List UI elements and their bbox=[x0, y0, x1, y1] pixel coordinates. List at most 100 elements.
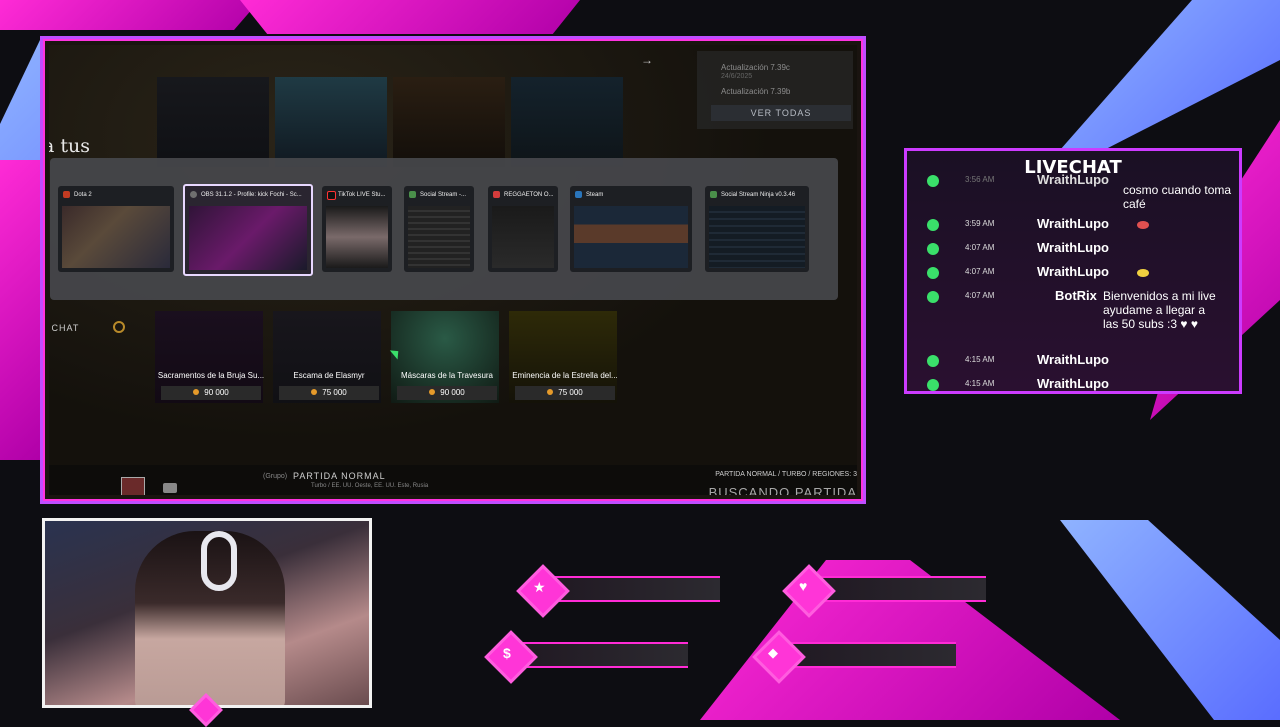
window-thumb-social-stream[interactable]: Social Stream -... bbox=[404, 186, 474, 272]
diamond-glyph-icon: ◆ bbox=[768, 645, 778, 660]
window-thumb-social-stream-ninja[interactable]: Social Stream Ninja v0.3.46 bbox=[705, 186, 809, 272]
search-status[interactable]: BUSCANDO PARTIDA bbox=[709, 485, 857, 495]
match-type: PARTIDA NORMAL bbox=[293, 471, 386, 481]
portrait-thumb[interactable] bbox=[121, 477, 145, 495]
window-title: Steam bbox=[586, 192, 604, 198]
forward-arrow-icon[interactable]: → bbox=[641, 53, 653, 67]
chat-time: 4:07 AM bbox=[965, 267, 995, 276]
hero-card[interactable] bbox=[157, 77, 269, 167]
dota-icon bbox=[63, 191, 70, 198]
item-price: 75 000 bbox=[322, 388, 347, 397]
chat-time: 4:15 AM bbox=[965, 355, 995, 364]
window-preview bbox=[574, 206, 688, 268]
window-thumb-reggaeton[interactable]: REGGAETON O... bbox=[488, 186, 558, 272]
mode-summary: PARTIDA NORMAL / TURBO / REGIONES: 3 bbox=[715, 471, 857, 478]
side-chat-label[interactable]: E CHAT bbox=[49, 323, 79, 333]
heart-glyph-icon: ♥ bbox=[799, 578, 808, 594]
friends-icon[interactable] bbox=[163, 483, 177, 493]
dollar-glyph-icon: $ bbox=[503, 645, 511, 661]
obs-icon bbox=[190, 191, 197, 198]
match-details: Turbo / EE. UU. Oeste, EE. UU. Este, Rus… bbox=[311, 483, 429, 489]
chat-emote-icon bbox=[1137, 269, 1149, 277]
window-thumb-steam[interactable]: Steam bbox=[570, 186, 692, 272]
update-date: 24/6/2025 bbox=[721, 73, 753, 80]
chat-user: WraithLupo bbox=[1037, 172, 1109, 187]
window-title: Social Stream -... bbox=[420, 192, 467, 198]
chat-time: 3:59 AM bbox=[965, 219, 995, 228]
chat-user: WraithLupo bbox=[1037, 264, 1109, 279]
window-preview bbox=[62, 206, 170, 268]
hero-card[interactable] bbox=[275, 77, 387, 167]
chat-time: 4:15 AM bbox=[965, 379, 995, 388]
chat-time: 4:07 AM bbox=[965, 291, 995, 300]
moderator-badge-icon bbox=[927, 379, 939, 391]
item-price-button[interactable]: 75 000 bbox=[515, 386, 615, 400]
moderator-badge-icon bbox=[927, 175, 939, 187]
chat-time: 3:56 AM bbox=[965, 175, 995, 184]
group-label: (Grupo) bbox=[263, 473, 288, 480]
tiktok-icon bbox=[327, 191, 336, 200]
item-price-button[interactable]: 90 000 bbox=[397, 386, 497, 400]
moderator-badge-icon bbox=[927, 291, 939, 303]
chat-time: 4:07 AM bbox=[965, 243, 995, 252]
chat-user: WraithLupo bbox=[1037, 376, 1109, 391]
window-title: TikTok LIVE Stu... bbox=[338, 192, 386, 198]
coin-icon bbox=[193, 389, 200, 395]
bg-band-top bbox=[240, 0, 580, 34]
moderator-badge-icon bbox=[927, 219, 939, 231]
window-title: Dota 2 bbox=[74, 192, 92, 198]
item-price: 90 000 bbox=[204, 388, 229, 397]
window-thumb-tiktok[interactable]: TikTok LIVE Stu... bbox=[322, 186, 392, 272]
chat-user: BotRix bbox=[1055, 288, 1097, 303]
bg-band-right-blue bbox=[1060, 0, 1280, 150]
item-price: 90 000 bbox=[440, 388, 465, 397]
moderator-badge-icon bbox=[927, 267, 939, 279]
webcam-feed bbox=[42, 518, 372, 708]
bg-band-left-pink bbox=[0, 160, 40, 460]
chat-emote-icon bbox=[1137, 221, 1149, 229]
item-price: 75 000 bbox=[558, 388, 583, 397]
coin-icon bbox=[429, 389, 436, 395]
window-preview bbox=[189, 206, 307, 270]
bg-band-left-blue bbox=[0, 40, 40, 460]
item-price-button[interactable]: 90 000 bbox=[161, 386, 261, 400]
see-all-button[interactable]: VER TODAS bbox=[711, 105, 851, 121]
item-name: Máscaras de la Travesura bbox=[400, 371, 494, 380]
dollar-icon bbox=[484, 630, 538, 684]
update-title[interactable]: Actualización 7.39b bbox=[721, 87, 790, 96]
item-price-button[interactable]: 75 000 bbox=[279, 386, 379, 400]
diamond-icon bbox=[752, 630, 806, 684]
item-name: Escama de Elasmyr bbox=[293, 371, 365, 380]
updates-panel: Actualización 7.39c 24/6/2025 Actualizac… bbox=[697, 51, 853, 129]
social-stream-icon bbox=[710, 191, 717, 198]
window-preview bbox=[326, 206, 388, 268]
side-heading: a tus bbox=[49, 135, 90, 157]
settings-gear-icon[interactable] bbox=[113, 321, 125, 333]
star-glyph-icon: ★ bbox=[533, 579, 546, 595]
live-chat-panel: LIVECHAT 3:56 AM WraithLupo cosmo cuando… bbox=[904, 148, 1242, 394]
chat-message: 3:56 AM WraithLupo cosmo cuando toma caf… bbox=[927, 172, 1231, 211]
bg-band-bottom-right-blue bbox=[1060, 520, 1280, 720]
item-name: Sacramentos de la Bruja Su... bbox=[157, 371, 265, 380]
window-title: Social Stream Ninja v0.3.46 bbox=[721, 192, 796, 198]
update-title[interactable]: Actualización 7.39c bbox=[721, 63, 790, 72]
moderator-badge-icon bbox=[927, 355, 939, 367]
hero-card[interactable] bbox=[393, 77, 505, 167]
browser-icon bbox=[493, 191, 500, 198]
window-preview bbox=[709, 206, 805, 268]
chat-user: WraithLupo bbox=[1037, 216, 1109, 231]
window-thumb-dota[interactable]: Dota 2 bbox=[58, 186, 174, 272]
window-title: REGGAETON O... bbox=[504, 192, 554, 198]
window-thumb-obs[interactable]: OBS 31.1.2 - Profile: kick Fochi - Sc... bbox=[183, 184, 313, 276]
window-title: OBS 31.1.2 - Profile: kick Fochi - Sc... bbox=[201, 192, 302, 198]
coin-icon bbox=[547, 389, 554, 395]
headphones-icon bbox=[201, 531, 237, 591]
chat-text: Bienvenidos a mi live ayudame a llegar a… bbox=[1103, 289, 1216, 331]
chat-message: 4:07 AM BotRix Bienvenidos a mi live ayu… bbox=[927, 288, 1231, 349]
coin-icon bbox=[311, 389, 318, 395]
hero-card[interactable] bbox=[511, 77, 623, 167]
bg-band-top-left bbox=[0, 0, 260, 30]
moderator-badge-icon bbox=[927, 243, 939, 255]
chat-user: WraithLupo bbox=[1037, 240, 1109, 255]
window-switcher: Dota 2 OBS 31.1.2 - Profile: kick Fochi … bbox=[50, 158, 838, 300]
